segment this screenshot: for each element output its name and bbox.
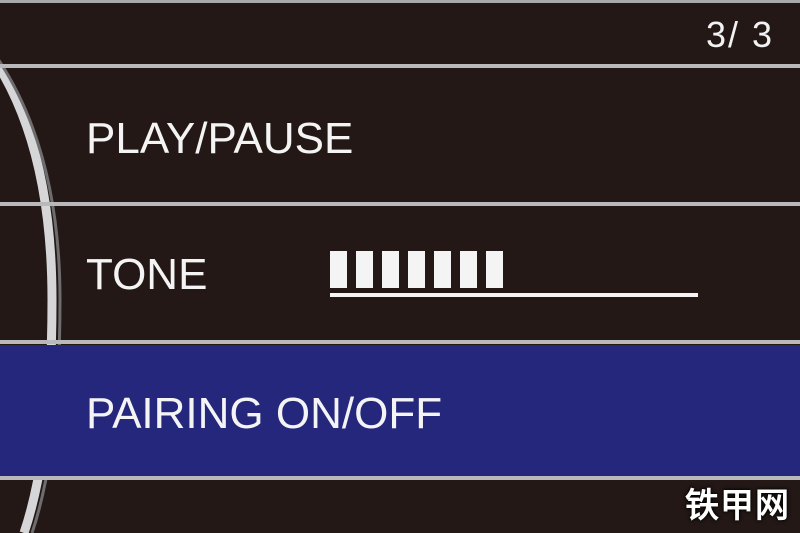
page-indicator: 3/ 3 — [705, 14, 774, 55]
watermark-logo: 铁甲网 — [685, 487, 790, 525]
tone-level-segment — [434, 251, 451, 288]
display-screen: 3/ 3 PLAY/PAUSE TONE PAIRING ON/OFF 铁甲网 — [0, 0, 800, 533]
tone-level-segment — [486, 251, 503, 288]
tone-level-blocks — [330, 251, 503, 288]
tone-level-bar[interactable] — [330, 251, 700, 299]
tone-level-segment — [330, 251, 347, 288]
tone-level-track — [330, 293, 698, 297]
menu-item-play-pause[interactable]: PLAY/PAUSE — [0, 68, 800, 202]
menu-item-label: PAIRING ON/OFF — [86, 389, 443, 438]
divider — [0, 340, 800, 344]
menu-item-label: TONE — [86, 250, 208, 299]
tone-level-segment — [356, 251, 373, 288]
menu-item-pairing-on-off[interactable]: PAIRING ON/OFF — [0, 345, 800, 476]
top-border — [0, 0, 800, 3]
tone-level-segment — [460, 251, 477, 288]
divider — [0, 476, 800, 480]
tone-level-segment — [382, 251, 399, 288]
menu-item-label: PLAY/PAUSE — [86, 114, 354, 163]
menu-item-tone[interactable]: TONE — [0, 206, 800, 340]
tone-level-segment — [408, 251, 425, 288]
